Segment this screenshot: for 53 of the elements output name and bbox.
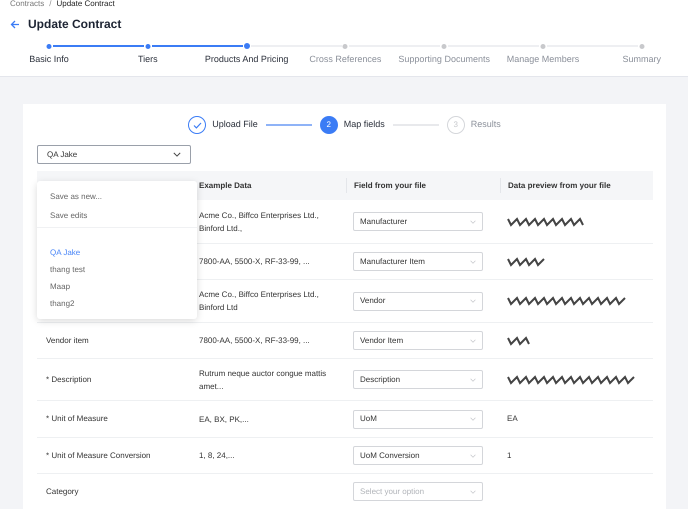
step-label[interactable]: Products And Pricing <box>204 53 288 66</box>
menu-item[interactable]: Maap <box>37 278 197 295</box>
table-cell: 1 <box>507 450 512 460</box>
menu-item[interactable]: thang2 <box>37 295 197 312</box>
chevron-down-icon <box>470 417 476 421</box>
table-cell: * Unit of Measure <box>46 414 108 423</box>
chevron-down-icon <box>470 299 476 303</box>
page-title: Update Contract <box>28 16 122 33</box>
column-header: Data preview from your file <box>508 180 611 192</box>
chevron-down-icon <box>470 260 476 264</box>
redacted-scribble-drawing <box>507 336 532 346</box>
table-cell: Category <box>46 486 78 496</box>
table-cell: EA, BX, PK,... <box>199 414 249 424</box>
breadcrumb-separator: / <box>49 0 52 8</box>
field-select[interactable]: Description <box>353 370 483 389</box>
import-step-label: Results <box>470 118 501 132</box>
table-cell: Vendor item <box>46 336 89 344</box>
preset-select[interactable]: QA Jake <box>37 145 191 164</box>
import-step-label: Upload File <box>212 118 258 132</box>
column-header: Field from your file <box>354 180 426 192</box>
table-cell: * Unit of Measure Conversion <box>46 450 150 460</box>
column-header: Example Data <box>199 180 252 192</box>
table-cell: 7800-AA, 5500-X, RF-33-99, ... <box>199 336 310 345</box>
field-select[interactable]: UoM Conversion <box>353 446 483 465</box>
redacted-scribble-drawing <box>507 256 547 266</box>
field-select[interactable]: Manufacturer <box>353 212 483 231</box>
chevron-down-icon <box>470 220 476 224</box>
menu-item[interactable]: Save as new... <box>37 187 197 206</box>
field-select[interactable]: Vendor <box>353 292 483 310</box>
menu-item[interactable]: QA Jake <box>37 244 197 261</box>
chevron-down-icon <box>470 454 476 458</box>
chevron-down-icon <box>470 490 476 494</box>
table-cell: 7800-AA, 5500-X, RF-33-99, ... <box>199 257 310 266</box>
field-select[interactable]: UoM <box>353 410 483 428</box>
breadcrumb-link[interactable]: Update Contract <box>56 0 115 8</box>
step-label[interactable]: Tiers <box>138 53 158 66</box>
chevron-down-icon <box>470 338 476 342</box>
table-cell: EA <box>507 414 518 423</box>
field-select[interactable]: Manufacturer Item <box>353 252 483 271</box>
table-cell: Rutrum neque auctor congue mattis amet... <box>199 368 326 390</box>
breadcrumb-link[interactable]: Contracts <box>10 0 44 8</box>
table-cell: 1, 8, 24,... <box>199 451 235 460</box>
table-cell: Acme Co., Biffco Enterprises Ltd., Binford Ltd <box>199 290 319 312</box>
chevron-down-icon <box>173 152 181 157</box>
chevron-down-icon <box>470 378 476 382</box>
step-label[interactable]: Basic Info <box>29 53 69 66</box>
table-cell: * Description <box>46 374 92 384</box>
back-arrow-icon[interactable] <box>10 20 20 28</box>
menu-item[interactable]: thang test <box>37 261 197 278</box>
field-select[interactable]: Vendor Item <box>353 331 483 350</box>
import-step-label: Map fields <box>344 118 385 132</box>
table-cell: Acme Co., Biffco Enterprises Ltd., Binford Ltd., <box>199 210 319 232</box>
menu-item[interactable]: Save edits <box>37 206 197 225</box>
